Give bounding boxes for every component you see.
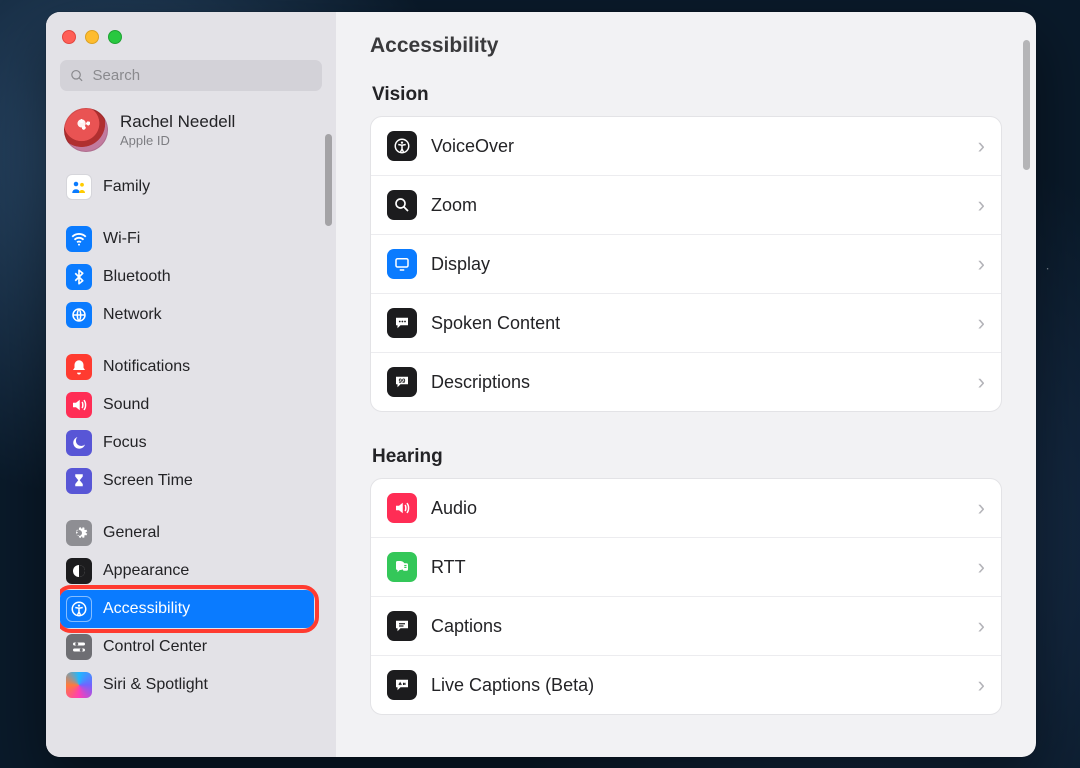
chevron-right-icon: ›	[978, 615, 985, 637]
window-controls	[62, 30, 322, 44]
sidebar-item-sound[interactable]: Sound	[60, 386, 314, 424]
network-icon	[66, 302, 92, 328]
captions-icon	[387, 611, 417, 641]
row-zoom[interactable]: Zoom ›	[371, 175, 1001, 234]
descriptions-icon: 99	[387, 367, 417, 397]
row-rtt[interactable]: RTT ›	[371, 537, 1001, 596]
chevron-right-icon: ›	[978, 135, 985, 157]
panel-vision: VoiceOver › Zoom › Display › Spoken Cont…	[370, 116, 1002, 412]
speaker-icon	[387, 493, 417, 523]
chevron-right-icon: ›	[978, 253, 985, 275]
sidebar-item-notifications[interactable]: Notifications	[60, 348, 314, 386]
wifi-icon	[66, 226, 92, 252]
row-label: Display	[431, 254, 964, 275]
hourglass-icon	[66, 468, 92, 494]
sidebar-item-label: Screen Time	[103, 472, 193, 490]
sidebar-item-bluetooth[interactable]: Bluetooth	[60, 258, 314, 296]
minimize-window-button[interactable]	[85, 30, 99, 44]
voiceover-icon	[387, 131, 417, 161]
search-field[interactable]	[60, 60, 322, 91]
sidebar-item-apple-id[interactable]: Rachel Needell Apple ID	[60, 103, 314, 166]
sidebar-scroll: Rachel Needell Apple ID Family Wi-Fi	[60, 103, 322, 753]
user-name: Rachel Needell	[120, 112, 235, 132]
row-captions[interactable]: Captions ›	[371, 596, 1001, 655]
row-display[interactable]: Display ›	[371, 234, 1001, 293]
sidebar-item-screen-time[interactable]: Screen Time	[60, 462, 314, 500]
control-center-icon	[66, 634, 92, 660]
chevron-right-icon: ›	[978, 194, 985, 216]
user-subtitle: Apple ID	[120, 133, 235, 148]
sidebar-item-accessibility[interactable]: Accessibility	[60, 590, 314, 628]
sidebar-item-siri-spotlight[interactable]: Siri & Spotlight	[60, 666, 314, 704]
sidebar-item-label: Network	[103, 306, 162, 324]
chevron-right-icon: ›	[978, 674, 985, 696]
page-title: Accessibility	[370, 34, 1002, 58]
main-scrollbar[interactable]	[1023, 40, 1030, 170]
row-label: Captions	[431, 616, 964, 637]
svg-text:99: 99	[399, 379, 406, 385]
close-window-button[interactable]	[62, 30, 76, 44]
sidebar-item-label: Siri & Spotlight	[103, 676, 208, 694]
system-settings-window: Rachel Needell Apple ID Family Wi-Fi	[46, 12, 1036, 757]
section-title-hearing: Hearing	[372, 446, 1000, 468]
sidebar-item-label: Control Center	[103, 638, 207, 656]
display-icon	[387, 249, 417, 279]
row-label: VoiceOver	[431, 136, 964, 157]
sidebar-item-label: Sound	[103, 396, 149, 414]
sidebar-item-wifi[interactable]: Wi-Fi	[60, 220, 314, 258]
live-captions-icon	[387, 670, 417, 700]
chevron-right-icon: ›	[978, 371, 985, 393]
search-input[interactable]	[93, 67, 312, 84]
appearance-icon	[66, 558, 92, 584]
search-icon	[70, 68, 85, 84]
row-label: Descriptions	[431, 372, 964, 393]
sidebar-item-family[interactable]: Family	[60, 168, 314, 206]
annotation-highlight	[60, 585, 319, 633]
avatar	[64, 108, 108, 152]
gear-icon	[66, 520, 92, 546]
sidebar-item-focus[interactable]: Focus	[60, 424, 314, 462]
row-audio[interactable]: Audio ›	[371, 479, 1001, 537]
sidebar-scrollbar[interactable]	[325, 134, 332, 226]
chevron-right-icon: ›	[978, 312, 985, 334]
main-pane: Accessibility Vision VoiceOver › Zoom › …	[336, 12, 1036, 757]
sidebar-item-network[interactable]: Network	[60, 296, 314, 334]
row-label: Audio	[431, 498, 964, 519]
chevron-right-icon: ›	[978, 556, 985, 578]
sidebar-item-label: Appearance	[103, 562, 189, 580]
speech-bubble-icon	[387, 308, 417, 338]
siri-icon	[66, 672, 92, 698]
sidebar-item-label: Notifications	[103, 358, 190, 376]
speaker-icon	[66, 392, 92, 418]
row-label: Zoom	[431, 195, 964, 216]
sidebar-item-label: Wi-Fi	[103, 230, 140, 248]
sidebar-item-label: Family	[103, 178, 150, 196]
zoom-icon	[387, 190, 417, 220]
sidebar: Rachel Needell Apple ID Family Wi-Fi	[46, 12, 336, 757]
sidebar-item-label: Bluetooth	[103, 268, 171, 286]
row-spoken-content[interactable]: Spoken Content ›	[371, 293, 1001, 352]
bluetooth-icon	[66, 264, 92, 290]
panel-hearing: Audio › RTT › Captions › Live Captions (…	[370, 478, 1002, 715]
row-label: Live Captions (Beta)	[431, 675, 964, 696]
sidebar-item-control-center[interactable]: Control Center	[60, 628, 314, 666]
sidebar-item-label: Focus	[103, 434, 147, 452]
row-label: Spoken Content	[431, 313, 964, 334]
family-icon	[66, 174, 92, 200]
row-label: RTT	[431, 557, 964, 578]
sidebar-item-label: General	[103, 524, 160, 542]
sidebar-item-general[interactable]: General	[60, 514, 314, 552]
row-live-captions[interactable]: Live Captions (Beta) ›	[371, 655, 1001, 714]
row-descriptions[interactable]: 99 Descriptions ›	[371, 352, 1001, 411]
zoom-window-button[interactable]	[108, 30, 122, 44]
bell-icon	[66, 354, 92, 380]
section-title-vision: Vision	[372, 84, 1000, 106]
rtt-icon	[387, 552, 417, 582]
chevron-right-icon: ›	[978, 497, 985, 519]
row-voiceover[interactable]: VoiceOver ›	[371, 117, 1001, 175]
moon-icon	[66, 430, 92, 456]
